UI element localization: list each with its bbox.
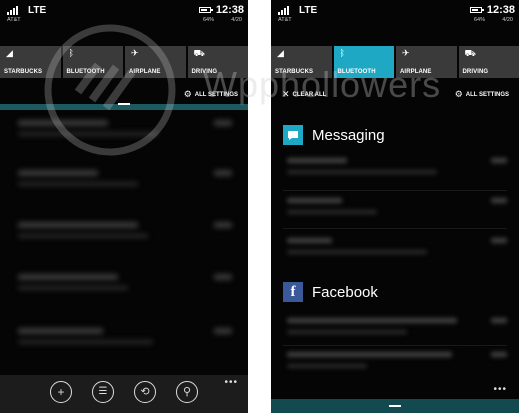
list-button[interactable]: ☰ [92, 381, 114, 403]
app-bar: + ☰ ⟲ ⚲ ••• [0, 375, 248, 413]
quick-action-label: BLUETOOTH [337, 69, 376, 75]
all-settings-label: ALL SETTINGS [465, 91, 509, 98]
divider [283, 228, 507, 229]
blurred-message-list [0, 112, 248, 374]
bluetooth-icon: ᛒ [339, 48, 345, 58]
quick-action-label: STARBUCKS [4, 69, 43, 75]
messaging-icon [283, 125, 303, 145]
quick-action-label: BLUETOOTH [66, 69, 105, 75]
quick-action-bluetooth[interactable]: ᛒ BLUETOOTH [62, 46, 123, 78]
drag-handle[interactable] [118, 103, 130, 105]
signal-strength-icon [278, 6, 289, 15]
quick-actions: ◢ STARBUCKS ᛒ BLUETOOTH ✈ AIRPLANE ⛟ DRI… [0, 46, 248, 78]
car-icon: ⛟ [193, 48, 205, 58]
car-icon: ⛟ [464, 48, 476, 58]
all-settings-link[interactable]: ⚙ ALL SETTINGS [455, 90, 509, 99]
settings-row: ⚙ ALL SETTINGS [0, 88, 248, 102]
quick-action-label: AIRPLANE [400, 69, 432, 75]
search-button[interactable]: ⚲ [176, 381, 198, 403]
wifi-icon: ◢ [6, 48, 13, 58]
airplane-icon: ✈ [402, 48, 410, 58]
quick-action-label: STARBUCKS [275, 69, 314, 75]
quick-action-label: DRIVING [462, 69, 489, 75]
date: 4/20 [502, 17, 513, 23]
messaging-header[interactable]: Messaging [283, 125, 385, 145]
battery-percent: 64% [202, 17, 214, 23]
clear-all-button[interactable]: ✕ CLEAR ALL [282, 90, 326, 99]
app-title: Facebook [312, 283, 378, 301]
phone-left-screen: LTE AT&T 64% 12:38 4/20 ◢ STARBUCKS ᛒ BL… [0, 0, 248, 413]
facebook-icon: f [283, 282, 303, 302]
status-bar: LTE AT&T 64% 12:38 4/20 [0, 0, 248, 28]
drag-handle[interactable] [389, 405, 401, 407]
quick-actions: ◢ STARBUCKS ᛒ BLUETOOTH ✈ AIRPLANE ⛟ DRI… [271, 46, 519, 78]
messaging-notifications[interactable] [271, 152, 519, 262]
airplane-icon: ✈ [131, 48, 139, 58]
clock: 12:38 [486, 4, 515, 16]
facebook-notifications[interactable] [271, 312, 519, 382]
all-settings-link[interactable]: ⚙ ALL SETTINGS [184, 90, 238, 99]
battery-percent: 64% [473, 17, 485, 23]
status-bar: LTE AT&T 64% 12:38 4/20 [271, 0, 519, 28]
list-icon: ☰ [98, 386, 108, 397]
carrier-name: AT&T [278, 17, 292, 23]
quick-action-bluetooth[interactable]: ᛒ BLUETOOTH [333, 46, 394, 78]
quick-action-label: DRIVING [191, 69, 218, 75]
sync-button[interactable]: ⟲ [134, 381, 156, 403]
panel-divider [0, 103, 248, 110]
signal-strength-icon [7, 6, 18, 15]
add-icon: + [57, 385, 65, 399]
quick-action-driving[interactable]: ⛟ DRIVING [187, 46, 248, 78]
quick-action-airplane[interactable]: ✈ AIRPLANE [396, 46, 457, 78]
bluetooth-icon: ᛒ [68, 48, 74, 58]
clock: 12:38 [215, 4, 244, 16]
date: 4/20 [231, 17, 242, 23]
more-options-icon[interactable]: ••• [493, 384, 507, 395]
all-settings-label: ALL SETTINGS [194, 91, 238, 98]
close-icon: ✕ [282, 89, 290, 99]
quick-action-label: AIRPLANE [129, 69, 161, 75]
battery-icon [470, 7, 484, 13]
battery-icon [199, 7, 213, 13]
divider [283, 190, 507, 191]
network-type: LTE [299, 5, 318, 16]
quick-action-airplane[interactable]: ✈ AIRPLANE [125, 46, 186, 78]
sync-icon: ⟲ [140, 385, 150, 398]
wifi-icon: ◢ [277, 48, 284, 58]
quick-action-driving[interactable]: ⛟ DRIVING [458, 46, 519, 78]
panel-bottom-strip [271, 399, 519, 413]
network-type: LTE [28, 5, 47, 16]
quick-action-starbucks[interactable]: ◢ STARBUCKS [0, 46, 61, 78]
add-button[interactable]: + [50, 381, 72, 403]
divider [283, 345, 507, 346]
quick-action-starbucks[interactable]: ◢ STARBUCKS [271, 46, 332, 78]
app-title: Messaging [312, 126, 385, 144]
gear-icon: ⚙ [183, 89, 192, 99]
clear-all-label: CLEAR ALL [292, 91, 327, 98]
search-icon: ⚲ [182, 385, 192, 398]
settings-row: ✕ CLEAR ALL ⚙ ALL SETTINGS [271, 88, 519, 102]
phone-right-screen: LTE AT&T 64% 12:38 4/20 ◢ STARBUCKS ᛒ BL… [271, 0, 519, 413]
carrier-name: AT&T [7, 17, 21, 23]
facebook-header[interactable]: f Facebook [283, 282, 378, 302]
more-options-icon[interactable]: ••• [224, 377, 238, 388]
gear-icon: ⚙ [454, 89, 463, 99]
